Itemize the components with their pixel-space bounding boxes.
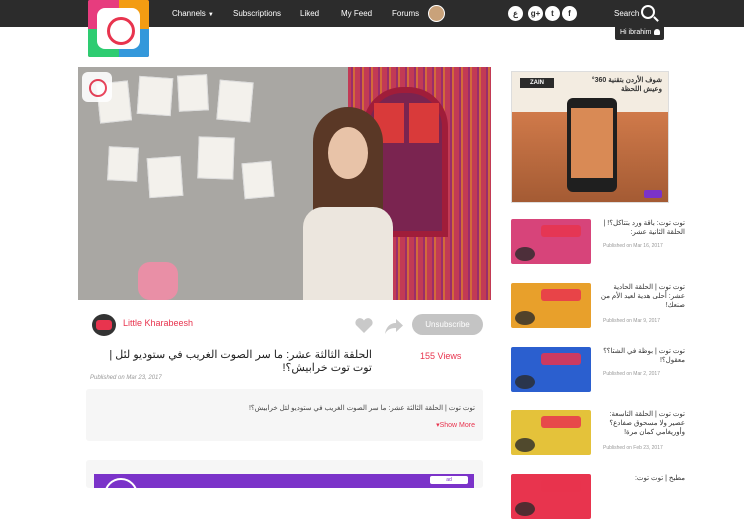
nav-forums[interactable]: Forums <box>392 0 419 27</box>
wall-drawing <box>136 75 174 117</box>
heart-icon[interactable] <box>354 318 374 334</box>
related-video-thumbnail[interactable] <box>511 283 591 328</box>
related-video-date: Published on Mar 2, 2017 <box>603 371 660 377</box>
related-video-thumbnail[interactable] <box>511 474 591 519</box>
description-text: توت توت | الحلقة الثالثة عشر: ما سر الصو… <box>248 405 475 412</box>
related-video-date: Published on Mar 16, 2017 <box>603 243 663 249</box>
ad-headline: شوف الأردن بتقنية 360° وعيش اللحظة <box>591 77 662 93</box>
related-video-item[interactable]: توت توت | الحلقة التاسعة: عصير ولا مسحوق… <box>511 410 685 460</box>
related-video-title[interactable]: توت توت | بوظة في الشتا؟؟ معقول؟! <box>597 347 685 365</box>
related-video-item[interactable]: توت توت | الحلقة الحادية عشر: أحلى هدية … <box>511 283 685 333</box>
phone-image <box>567 98 617 192</box>
ad-sponsor-logo <box>644 190 662 198</box>
nav-my-feed[interactable]: My Feed <box>341 0 372 27</box>
plush-toy <box>138 262 178 300</box>
show-more-label: Show More <box>439 422 475 429</box>
wall-drawing <box>177 74 209 112</box>
ad-banner[interactable]: ad <box>94 474 474 512</box>
search-label[interactable]: Search <box>614 0 639 27</box>
description-box: توت توت | الحلقة الثالثة عشر: ما سر الصو… <box>86 389 483 441</box>
user-greeting-menu[interactable]: Hi ibrahim <box>615 25 664 40</box>
published-date: Published on Mar 23, 2017 <box>90 375 162 381</box>
wall-drawing <box>197 136 235 180</box>
logo-mark <box>97 8 140 49</box>
facebook-icon[interactable]: f <box>562 6 577 21</box>
related-video-title[interactable]: توت توت | الحلقة الحادية عشر: أحلى هدية … <box>597 283 685 310</box>
view-count: 155 Views <box>420 351 462 361</box>
related-video-title[interactable]: توت توت: باقة ورد بتتاكل؟! | الحلقة الثا… <box>597 219 685 237</box>
greeting-text: Hi ibrahim <box>620 29 652 36</box>
user-icon <box>653 29 660 36</box>
related-video-item[interactable]: توت توت | بوظة في الشتا؟؟ معقول؟! Publis… <box>511 347 685 397</box>
user-avatar[interactable] <box>428 5 445 22</box>
related-video-thumbnail[interactable] <box>511 347 591 392</box>
twitter-icon[interactable]: t <box>545 6 560 21</box>
brand-logo: ZAIN <box>520 78 554 88</box>
search-icon[interactable] <box>641 5 655 19</box>
nav-subscriptions[interactable]: Subscriptions <box>233 0 281 27</box>
site-logo[interactable] <box>88 0 149 57</box>
channel-watermark <box>82 72 112 102</box>
related-video-date: Published on Feb 23, 2017 <box>603 445 663 451</box>
wall-drawing <box>216 79 254 123</box>
share-icon[interactable] <box>384 317 404 335</box>
nav-channels-label: Channels <box>172 9 206 18</box>
video-player[interactable] <box>78 67 491 300</box>
sidebar-advertisement[interactable]: ZAIN شوف الأردن بتقنية 360° وعيش اللحظة <box>511 71 669 203</box>
wall-drawing <box>241 160 275 200</box>
related-video-item[interactable]: مطبخ | توت توت: <box>511 474 685 524</box>
presenter <box>293 107 403 300</box>
video-title: الحلقة الثالثة عشر: ما سر الصوت الغريب ف… <box>109 349 372 374</box>
channel-avatar[interactable] <box>92 314 116 336</box>
channel-name-link[interactable]: Little Kharabeesh <box>123 318 193 328</box>
ad-badge: ad <box>430 476 468 484</box>
related-video-title[interactable]: مطبخ | توت توت: <box>597 474 685 483</box>
related-video-thumbnail[interactable] <box>511 410 591 455</box>
related-video-thumbnail[interactable] <box>511 219 591 264</box>
arabic-social-icon[interactable]: ع <box>508 6 523 21</box>
wall-drawing <box>107 146 139 182</box>
google-plus-icon[interactable]: g+ <box>528 6 543 21</box>
related-video-title[interactable]: توت توت | الحلقة التاسعة: عصير ولا مسحوق… <box>597 410 685 437</box>
nav-channels[interactable]: Channels ▼ <box>172 0 214 27</box>
related-video-date: Published on Mar 9, 2017 <box>603 318 660 324</box>
related-video-item[interactable]: توت توت: باقة ورد بتتاكل؟! | الحلقة الثا… <box>511 219 685 269</box>
ad-banner-box: ad <box>86 460 483 512</box>
unsubscribe-button[interactable]: Unsubscribe <box>412 314 483 335</box>
show-more-link[interactable]: ▾Show More <box>426 421 475 429</box>
wall-drawing <box>146 155 184 199</box>
nav-liked[interactable]: Liked <box>300 0 319 27</box>
chevron-down-icon: ▼ <box>207 12 214 18</box>
